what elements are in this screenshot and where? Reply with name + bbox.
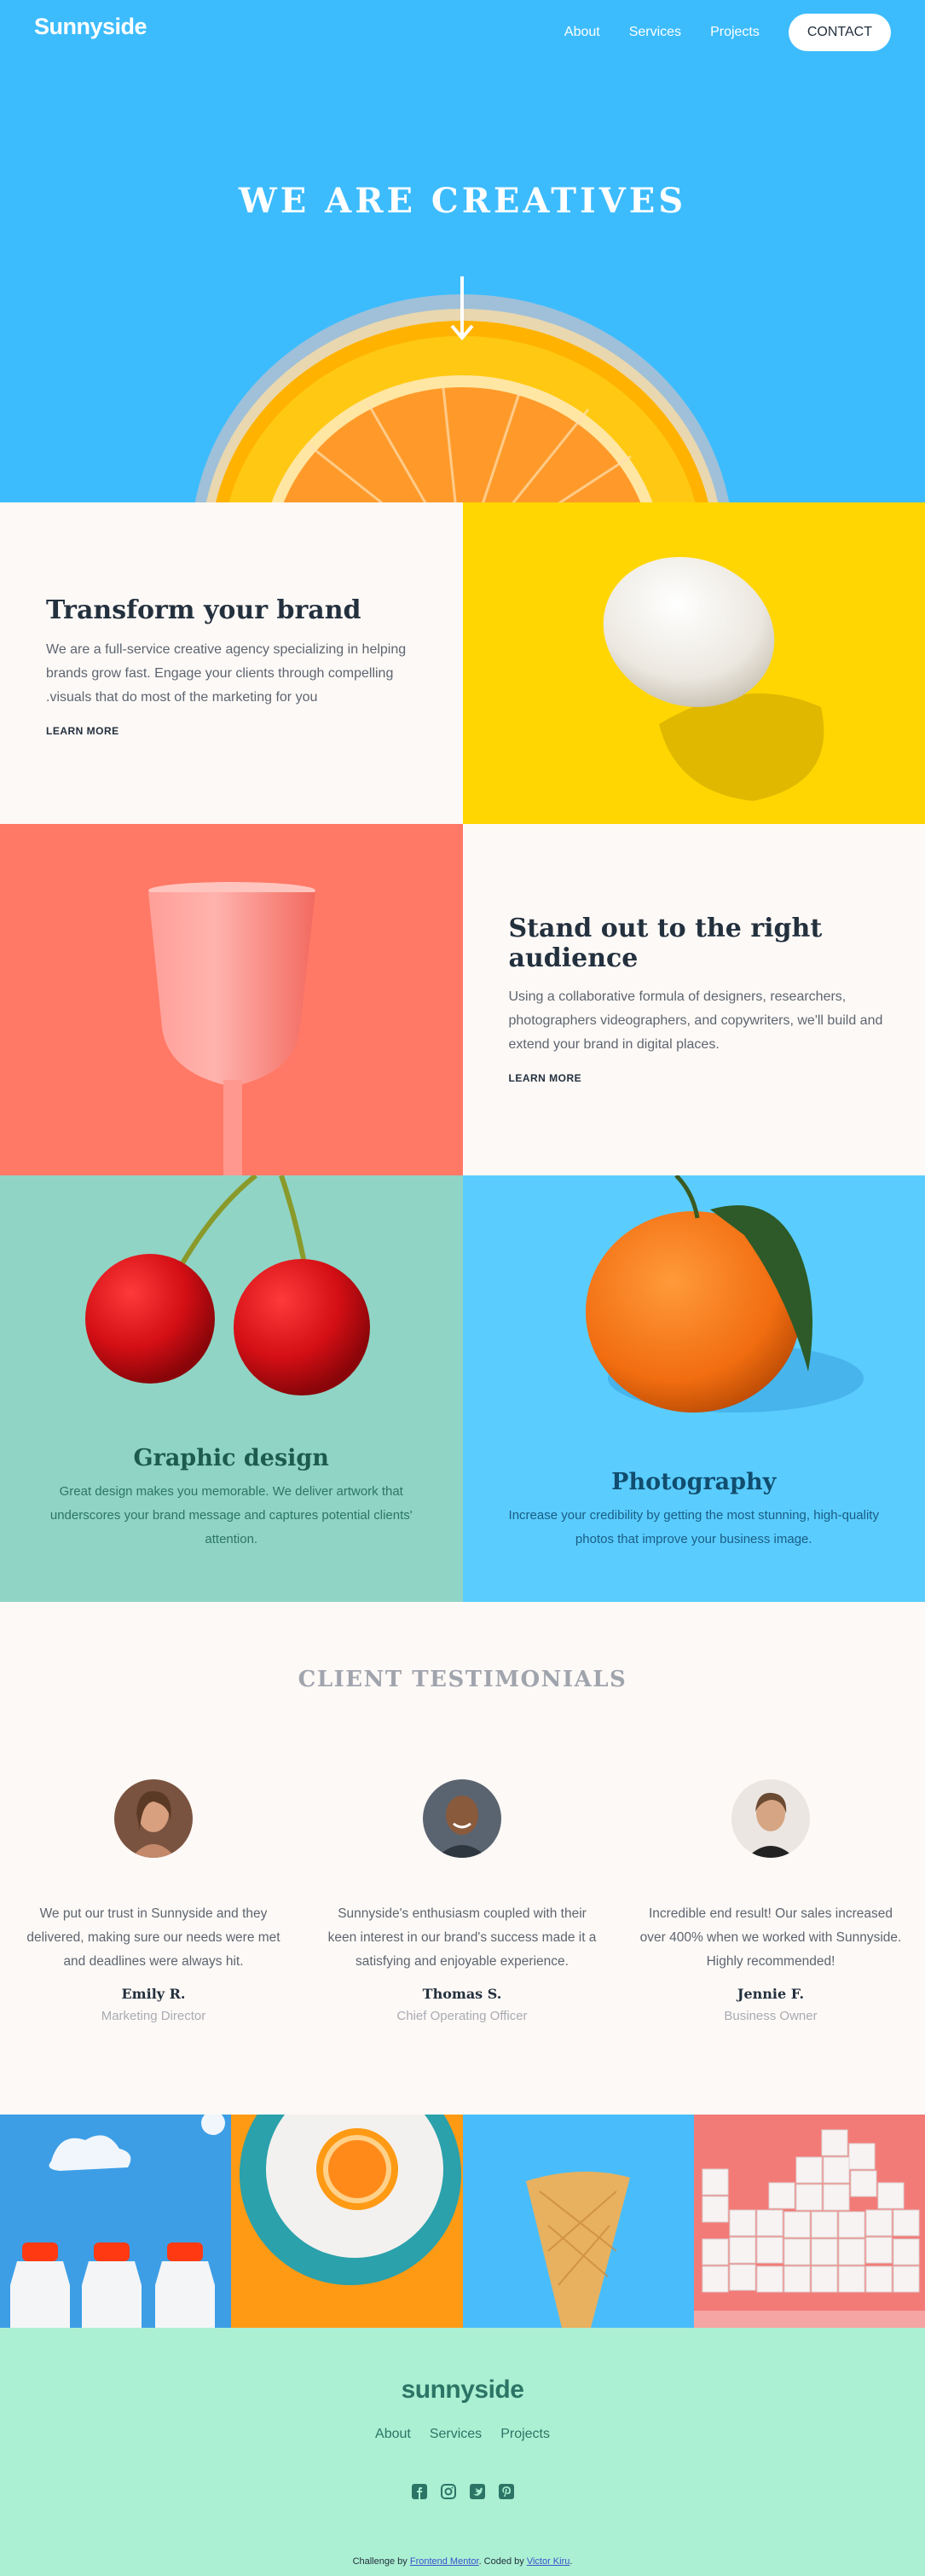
- standout-learn-more-link[interactable]: LEARN MORE: [509, 1072, 582, 1084]
- testimonial-name: Thomas S.: [422, 1986, 502, 2002]
- standout-panel: Stand out to the right audience Using a …: [462, 824, 925, 1175]
- graphic-design-text: Graphic design Great design makes you me…: [0, 1445, 463, 1552]
- frontend-mentor-link[interactable]: Frontend Mentor: [410, 2556, 479, 2567]
- transform-title: Transform your brand: [46, 595, 361, 625]
- testimonial-name: Jennie F.: [737, 1986, 805, 2002]
- footer-nav: About Services Projects: [0, 2427, 925, 2442]
- author-link[interactable]: Victor Kiru: [527, 2556, 570, 2567]
- avatar: [731, 1779, 810, 1858]
- testimonial-role: Marketing Director: [101, 2009, 206, 2023]
- orange-bowl-image: [194, 294, 730, 502]
- avatar: [423, 1779, 501, 1858]
- gallery-sugar-cubes-image: [693, 2115, 925, 2328]
- testimonial-quote: Incredible end result! Our sales increas…: [639, 1906, 902, 1969]
- nav-about[interactable]: About: [564, 25, 600, 40]
- testimonials-section: CLIENT TESTIMONIALS We put our trust in …: [0, 1602, 925, 2115]
- gallery-cone-image: [462, 2115, 694, 2328]
- hero-section: Sunnyside About Services Projects CONTAC…: [0, 0, 925, 502]
- egg-image: [462, 502, 925, 824]
- photography-card: Photography Increase your credibility by…: [462, 1175, 925, 1602]
- gallery: [0, 2115, 925, 2328]
- hero-title: WE ARE CREATIVES: [238, 181, 687, 221]
- social-links: [0, 2483, 925, 2500]
- main-nav: About Services Projects CONTACT: [564, 14, 891, 51]
- contact-button[interactable]: CONTACT: [788, 14, 891, 51]
- testimonial-card: Sunnyside's enthusiasm coupled with thei…: [326, 1779, 598, 2023]
- testimonial-card: We put our trust in Sunnyside and they d…: [17, 1779, 290, 2023]
- footer-logo[interactable]: sunnyside: [0, 2376, 925, 2405]
- attribution-suffix: .: [569, 2556, 573, 2567]
- nav-services[interactable]: Services: [629, 25, 681, 40]
- arrow-down-icon[interactable]: [450, 276, 474, 341]
- footer-nav-services[interactable]: Services: [430, 2427, 482, 2442]
- transform-panel: Transform your brand We are a full-servi…: [0, 502, 463, 824]
- graphic-design-title: Graphic design: [133, 1445, 329, 1471]
- instagram-icon[interactable]: [440, 2483, 457, 2500]
- gallery-milk-bottles-image: [0, 2115, 232, 2328]
- transform-body: We are a full-service creative agency sp…: [46, 641, 407, 705]
- standout-row: Stand out to the right audience Using a …: [0, 824, 925, 1175]
- gallery-orange-plate-image: [231, 2115, 463, 2328]
- testimonial-card: Incredible end result! Our sales increas…: [634, 1779, 907, 2023]
- attribution: Challenge by Frontend Mentor. Coded by V…: [0, 2556, 925, 2567]
- standout-title: Stand out to the right audience: [508, 914, 823, 973]
- testimonial-role: Business Owner: [724, 2009, 818, 2023]
- footer: sunnyside About Services Projects Challe…: [0, 2328, 925, 2576]
- photography-text: Photography Increase your credibility by…: [463, 1469, 925, 1552]
- glass-image: [0, 824, 463, 1175]
- nav-projects[interactable]: Projects: [710, 25, 760, 40]
- graphic-design-card: Graphic design Great design makes you me…: [0, 1175, 463, 1602]
- graphic-design-body: Great design makes you memorable. We del…: [49, 1484, 413, 1546]
- facebook-icon[interactable]: [411, 2483, 428, 2500]
- footer-nav-about[interactable]: About: [375, 2427, 411, 2442]
- testimonial-quote: Sunnyside's enthusiasm coupled with thei…: [327, 1906, 597, 1969]
- testimonials-heading: CLIENT TESTIMONIALS: [298, 1667, 627, 1692]
- avatar: [114, 1779, 193, 1858]
- testimonial-role: Chief Operating Officer: [396, 2009, 528, 2023]
- footer-nav-projects[interactable]: Projects: [500, 2427, 550, 2442]
- attribution-mid: . Coded by: [478, 2556, 527, 2567]
- photography-body: Increase your credibility by getting the…: [508, 1508, 879, 1546]
- attribution-prefix: Challenge by: [352, 2556, 410, 2567]
- transform-row: Transform your brand We are a full-servi…: [0, 502, 925, 824]
- services-row: Graphic design Great design makes you me…: [0, 1175, 925, 1602]
- site-logo[interactable]: Sunnyside: [34, 14, 147, 40]
- standout-body: Using a collaborative formula of designe…: [508, 989, 883, 1052]
- testimonial-name: Emily R.: [121, 1986, 186, 2002]
- pinterest-icon[interactable]: [498, 2483, 515, 2500]
- transform-learn-more-link[interactable]: LEARN MORE: [46, 725, 119, 737]
- photography-title: Photography: [611, 1469, 777, 1495]
- twitter-icon[interactable]: [469, 2483, 486, 2500]
- testimonial-quote: We put our trust in Sunnyside and they d…: [26, 1906, 280, 1969]
